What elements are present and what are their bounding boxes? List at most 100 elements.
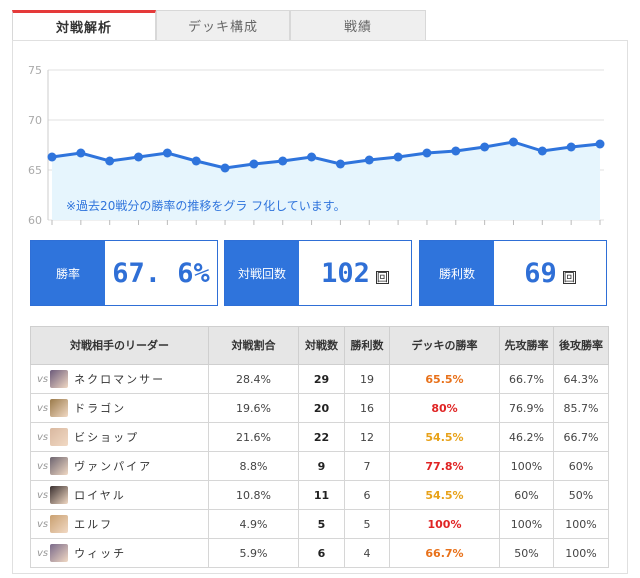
win-rate-label: 勝率: [31, 241, 105, 305]
ratio-cell: 8.8%: [208, 451, 299, 481]
table-header-row: 対戦相手のリーダー 対戦割合 対戦数 勝利数 デッキの勝率 先攻勝率 後攻勝率: [30, 326, 609, 365]
y-tick-label: 65: [28, 164, 42, 177]
win-rate-chart: 75 70 65 60 ※過去20戦分の勝率の推移をグラ フ化しています。: [24, 64, 608, 227]
win-rate-card: 勝率 67. 6%: [30, 240, 218, 306]
chart-point[interactable]: [480, 142, 490, 152]
chart-point[interactable]: [220, 163, 230, 173]
ratio-cell: 10.8%: [208, 480, 299, 510]
matchup-table: 対戦相手のリーダー 対戦割合 対戦数 勝利数 デッキの勝率 先攻勝率 後攻勝率 …: [30, 326, 609, 568]
chart-point[interactable]: [537, 146, 547, 156]
chart-point[interactable]: [105, 156, 115, 166]
wins-cell: 6: [344, 480, 390, 510]
y-tick-label: 75: [28, 64, 42, 77]
ratio-cell: 21.6%: [208, 422, 299, 452]
table-row[interactable]: vs ヴァンパイア 8.8% 9 7 77.8% 100% 60%: [30, 451, 609, 481]
chart-point[interactable]: [335, 159, 345, 169]
header-matches: 対戦数: [298, 326, 345, 365]
chart-point[interactable]: [595, 139, 605, 149]
chart-point[interactable]: [451, 146, 461, 156]
wins-cell: 5: [344, 509, 390, 539]
tab-record[interactable]: 戦績: [290, 10, 426, 40]
win-count-card: 勝利数 69 回: [419, 240, 607, 306]
deck-winrate-cell: 100%: [389, 509, 500, 539]
wins-cell: 19: [344, 364, 390, 394]
chart-point[interactable]: [566, 142, 576, 152]
matches-cell: 11: [298, 480, 345, 510]
first-winrate-cell: 100%: [499, 509, 554, 539]
leader-avatar-icon: [50, 370, 69, 388]
deck-winrate-cell: 66.7%: [389, 538, 500, 568]
second-winrate-cell: 85.7%: [553, 393, 609, 423]
ratio-cell: 4.9%: [208, 509, 299, 539]
table-row[interactable]: vs ドラゴン 19.6% 20 16 80% 76.9% 85.7%: [30, 393, 609, 423]
vs-label: vs: [37, 461, 49, 472]
chart-point[interactable]: [47, 152, 57, 162]
second-winrate-cell: 64.3%: [553, 364, 609, 394]
vs-label: vs: [37, 432, 49, 443]
first-winrate-cell: 46.2%: [499, 422, 554, 452]
match-count-card: 対戦回数 102 回: [224, 240, 412, 306]
second-winrate-cell: 60%: [553, 451, 609, 481]
header-first-winrate: 先攻勝率: [499, 326, 554, 365]
leader-avatar-icon: [50, 428, 69, 446]
wins-cell: 4: [344, 538, 390, 568]
matches-cell: 22: [298, 422, 345, 452]
matches-cell: 29: [298, 364, 345, 394]
tab-match-analysis[interactable]: 対戦解析: [12, 10, 156, 40]
chart-point[interactable]: [422, 148, 432, 158]
matches-cell: 20: [298, 393, 345, 423]
first-winrate-cell: 76.9%: [499, 393, 554, 423]
win-count-label: 勝利数: [420, 241, 494, 305]
chart-point[interactable]: [162, 148, 172, 158]
table-row[interactable]: vs ネクロマンサー 28.4% 29 19 65.5% 66.7% 64.3%: [30, 364, 609, 394]
leader-avatar-icon: [50, 544, 69, 562]
first-winrate-cell: 50%: [499, 538, 554, 568]
y-tick-label: 70: [28, 114, 42, 127]
chart-point[interactable]: [393, 152, 403, 162]
wins-cell: 12: [344, 422, 390, 452]
ratio-cell: 5.9%: [208, 538, 299, 568]
y-tick-label: 60: [28, 214, 42, 227]
leader-cell: vs ネクロマンサー: [30, 364, 209, 394]
header-deck-winrate: デッキの勝率: [389, 326, 500, 365]
first-winrate-cell: 66.7%: [499, 364, 554, 394]
second-winrate-cell: 50%: [553, 480, 609, 510]
matches-cell: 9: [298, 451, 345, 481]
win-count-unit: 回: [562, 270, 576, 284]
matches-cell: 5: [298, 509, 345, 539]
win-rate-value: 67. 6%: [112, 257, 210, 289]
chart-point[interactable]: [508, 137, 518, 147]
leader-cell: vs ロイヤル: [30, 480, 209, 510]
chart-point[interactable]: [249, 159, 259, 169]
table-row[interactable]: vs ロイヤル 10.8% 11 6 54.5% 60% 50%: [30, 480, 609, 510]
vs-label: vs: [37, 403, 49, 414]
chart-point[interactable]: [307, 152, 317, 162]
chart-point[interactable]: [134, 152, 144, 162]
header-second-winrate: 後攻勝率: [553, 326, 609, 365]
ratio-cell: 28.4%: [208, 364, 299, 394]
chart-point[interactable]: [76, 148, 86, 158]
vs-label: vs: [37, 374, 49, 385]
chart-point[interactable]: [278, 156, 288, 166]
header-leader: 対戦相手のリーダー: [30, 326, 209, 365]
leader-cell: vs ヴァンパイア: [30, 451, 209, 481]
second-winrate-cell: 100%: [553, 538, 609, 568]
deck-winrate-cell: 54.5%: [389, 480, 500, 510]
tab-deck-composition[interactable]: デッキ構成: [156, 10, 290, 40]
tab-bar: 対戦解析 デッキ構成 戦績: [12, 10, 426, 40]
leader-cell: vs ビショップ: [30, 422, 209, 452]
leader-name: ネクロマンサー: [74, 373, 166, 386]
vs-label: vs: [37, 490, 49, 501]
leader-avatar-icon: [50, 486, 69, 504]
match-count-label: 対戦回数: [225, 241, 299, 305]
header-wins: 勝利数: [344, 326, 390, 365]
table-row[interactable]: vs ビショップ 21.6% 22 12 54.5% 46.2% 66.7%: [30, 422, 609, 452]
leader-cell: vs ドラゴン: [30, 393, 209, 423]
wins-cell: 7: [344, 451, 390, 481]
deck-winrate-cell: 65.5%: [389, 364, 500, 394]
table-row[interactable]: vs エルフ 4.9% 5 5 100% 100% 100%: [30, 509, 609, 539]
win-count-value: 69 回: [524, 257, 576, 289]
chart-point[interactable]: [191, 156, 201, 166]
chart-point[interactable]: [364, 155, 374, 165]
table-row[interactable]: vs ウィッチ 5.9% 6 4 66.7% 50% 100%: [30, 538, 609, 568]
